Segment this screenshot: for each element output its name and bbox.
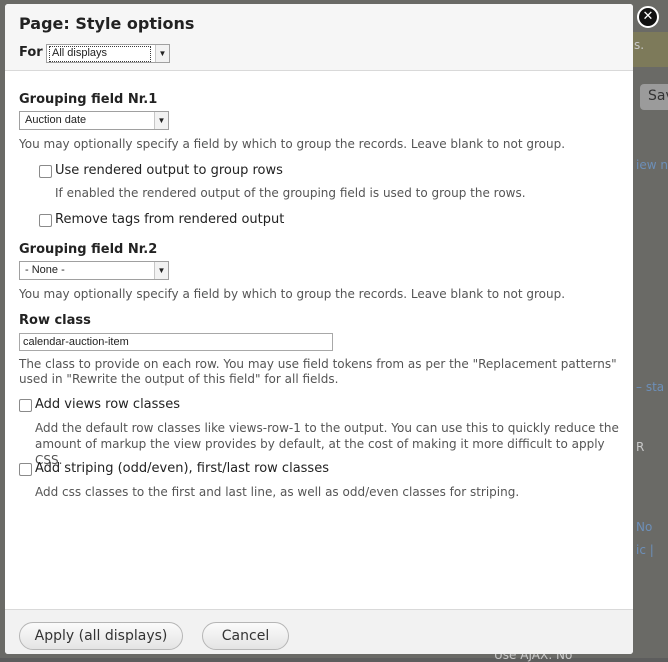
remove-tags-checkbox[interactable] xyxy=(39,214,52,227)
row-class-label: Row class xyxy=(19,313,91,328)
views-row-classes-description-line-1: Add the default row classes like views-r… xyxy=(35,421,619,435)
use-rendered-output-description: If enabled the rendered output of the gr… xyxy=(55,186,526,200)
focus-ring xyxy=(49,46,151,62)
row-class-input[interactable]: calendar-auction-item xyxy=(19,333,333,351)
dialog-header: Page: Style options For All displays ▼ xyxy=(5,4,633,71)
grouping-field-1-label: Grouping field Nr.1 xyxy=(19,92,158,107)
cancel-button[interactable]: Cancel xyxy=(202,622,289,650)
striping-checkbox[interactable] xyxy=(19,463,32,476)
background-link: – sta xyxy=(636,380,665,394)
views-row-classes-label[interactable]: Add views row classes xyxy=(35,397,180,412)
row-class-description-line-1: The class to provide on each row. You ma… xyxy=(19,357,617,371)
dialog-title: Page: Style options xyxy=(19,14,195,33)
grouping-field-1-select[interactable]: Auction date ▼ xyxy=(19,111,169,130)
grouping-field-2-value: - None - xyxy=(25,264,65,276)
grouping-field-1-description: You may optionally specify a field by wh… xyxy=(19,137,566,151)
background-text: R xyxy=(636,440,645,454)
background-link: No xyxy=(636,520,653,534)
dialog-footer: Apply (all displays) Cancel xyxy=(5,609,633,654)
remove-tags-label[interactable]: Remove tags from rendered output xyxy=(55,212,284,227)
grouping-field-2-label: Grouping field Nr.2 xyxy=(19,242,158,257)
striping-label[interactable]: Add striping (odd/even), first/last row … xyxy=(35,461,329,476)
style-options-dialog: Page: Style options For All displays ▼ G… xyxy=(5,4,633,654)
row-class-description-line-2: used in "Rewrite the output of this fiel… xyxy=(19,372,339,386)
use-rendered-output-checkbox[interactable] xyxy=(39,165,52,178)
for-label: For xyxy=(19,45,43,60)
background-save-button: Sav xyxy=(640,84,668,110)
use-rendered-output-label[interactable]: Use rendered output to group rows xyxy=(55,163,283,178)
chevron-down-icon: ▼ xyxy=(154,112,168,129)
background-text: s. xyxy=(634,38,645,52)
views-row-classes-checkbox[interactable] xyxy=(19,399,32,412)
background-link: ic | xyxy=(636,543,654,557)
grouping-field-1-value: Auction date xyxy=(25,114,87,126)
striping-description: Add css classes to the first and last li… xyxy=(35,485,520,499)
chevron-down-icon: ▼ xyxy=(155,45,169,62)
grouping-field-2-select[interactable]: - None - ▼ xyxy=(19,261,169,280)
apply-button[interactable]: Apply (all displays) xyxy=(19,622,183,650)
chevron-down-icon: ▼ xyxy=(154,262,168,279)
for-select[interactable]: All displays ▼ xyxy=(46,44,170,63)
close-icon[interactable]: ✕ xyxy=(637,6,659,28)
background-link: iew na xyxy=(636,158,668,172)
grouping-field-2-description: You may optionally specify a field by wh… xyxy=(19,287,566,301)
